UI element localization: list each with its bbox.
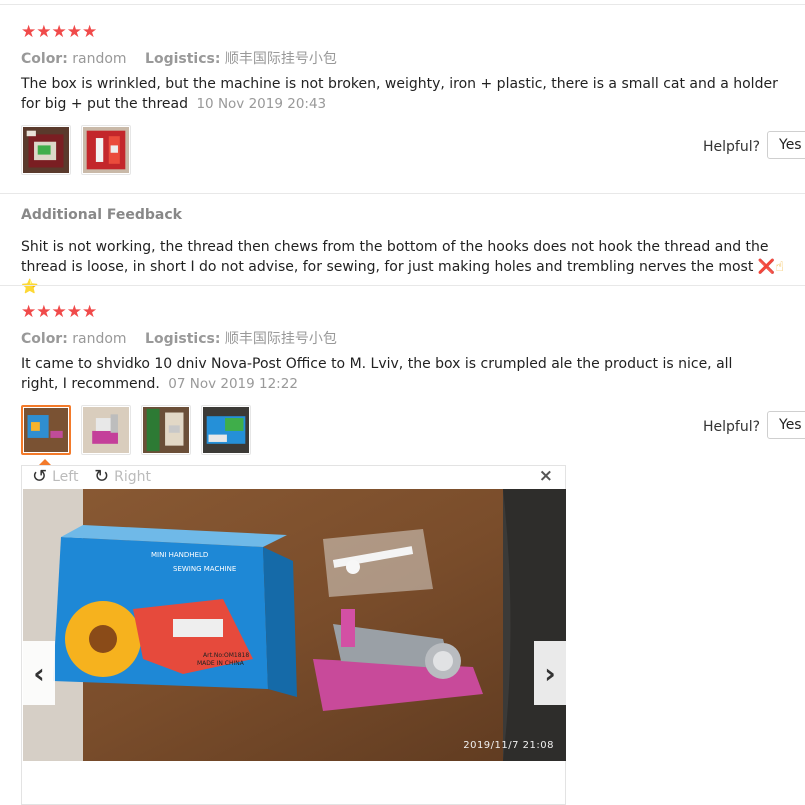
previous-image-button[interactable]: ‹ — [23, 641, 55, 705]
photo-thumbnail-image — [83, 127, 129, 173]
review-photo-thumb[interactable] — [21, 125, 71, 175]
viewer-toolbar: ↺ Left ↻ Right × — [22, 466, 565, 488]
star-icon: ⭐ — [21, 279, 39, 295]
close-viewer-button[interactable]: × — [539, 466, 553, 486]
additional-feedback-text: Shit is not working, the thread then che… — [21, 237, 791, 297]
rating-stars: ★★★★★ — [21, 302, 98, 322]
box-art-number: Art.No:OM1818 — [203, 652, 249, 659]
box-made-in: MADE IN CHINA — [197, 660, 245, 667]
photo-thumbnail-image — [143, 407, 189, 453]
helpful-yes-button[interactable]: Yes — [767, 131, 805, 159]
review-text: The box is wrinkled, but the machine is … — [21, 74, 791, 114]
cross-mark-icon: ❌ — [757, 259, 776, 275]
additional-feedback-title: Additional Feedback — [21, 207, 182, 223]
review-photo-large: MINI HANDHELD SEWING MACHINE Art.No:OM18… — [23, 489, 566, 761]
photo-thumbnail-image — [24, 408, 68, 452]
color-value: random — [72, 331, 127, 347]
rotate-right-button[interactable]: ↻ Right — [94, 468, 151, 486]
rotate-right-icon: ↻ — [94, 466, 110, 487]
review-attributes: Color: random Logistics: 顺丰国际挂号小包 — [21, 48, 351, 68]
review-photo-thumb[interactable] — [201, 405, 251, 455]
review-date: 10 Nov 2019 20:43 — [196, 96, 327, 112]
review-body: It came to shvidko 10 dniv Nova-Post Off… — [21, 356, 733, 392]
star-rating: ★★★★★ — [21, 22, 98, 42]
product-box: MINI HANDHELD SEWING MACHINE Art.No:OM18… — [53, 525, 297, 697]
logistics-label: Logistics: — [145, 51, 221, 67]
box-title-line2: SEWING MACHINE — [173, 565, 236, 573]
divider — [0, 193, 805, 194]
review-photo-thumb-selected[interactable] — [21, 405, 71, 455]
logistics-label: Logistics: — [145, 331, 221, 347]
review-body: The box is wrinkled, but the machine is … — [21, 76, 778, 112]
divider — [0, 4, 805, 5]
photo-thumbnail-image — [23, 127, 69, 173]
additional-feedback-body: Shit is not working, the thread then che… — [21, 239, 769, 275]
rating-stars: ★★★★★ — [21, 22, 98, 42]
helpful-label: Helpful? — [703, 419, 761, 435]
rotate-left-label: Left — [52, 469, 79, 485]
color-label: Color: — [21, 331, 68, 347]
review-photo-thumb[interactable] — [141, 405, 191, 455]
review-photo-thumb[interactable] — [81, 405, 131, 455]
star-rating: ★★★★★ — [21, 302, 98, 322]
review-date: 07 Nov 2019 12:22 — [168, 376, 298, 392]
pointing-hand-icon: ☝ — [775, 259, 784, 275]
logistics-value: 顺丰国际挂号小包 — [224, 331, 337, 347]
review-text: It came to shvidko 10 dniv Nova-Post Off… — [21, 354, 741, 394]
accessory-bag — [323, 529, 433, 597]
image-viewer: ↺ Left ↻ Right × MINI HANDHELD SEWING MA… — [21, 465, 566, 805]
next-image-button[interactable]: › — [534, 641, 566, 705]
color-value: random — [72, 51, 127, 67]
color-label: Color: — [21, 51, 68, 67]
divider — [0, 285, 805, 286]
rotate-left-button[interactable]: ↺ Left — [32, 468, 78, 486]
review-attributes: Color: random Logistics: 顺丰国际挂号小包 — [21, 328, 351, 348]
rotate-left-icon: ↺ — [32, 466, 48, 487]
photo-thumbnail-image — [203, 407, 249, 453]
rotate-right-label: Right — [114, 469, 151, 485]
helpful-yes-button[interactable]: Yes — [767, 411, 805, 439]
photo-thumbnail-image — [83, 407, 129, 453]
review-photo-thumb[interactable] — [81, 125, 131, 175]
logistics-value: 顺丰国际挂号小包 — [224, 51, 337, 67]
photo-timestamp: 2019/11/7 21:08 — [463, 740, 554, 751]
box-title-line1: MINI HANDHELD — [151, 551, 208, 559]
helpful-label: Helpful? — [703, 139, 761, 155]
sewing-machine-photo: MINI HANDHELD SEWING MACHINE Art.No:OM18… — [23, 489, 566, 761]
